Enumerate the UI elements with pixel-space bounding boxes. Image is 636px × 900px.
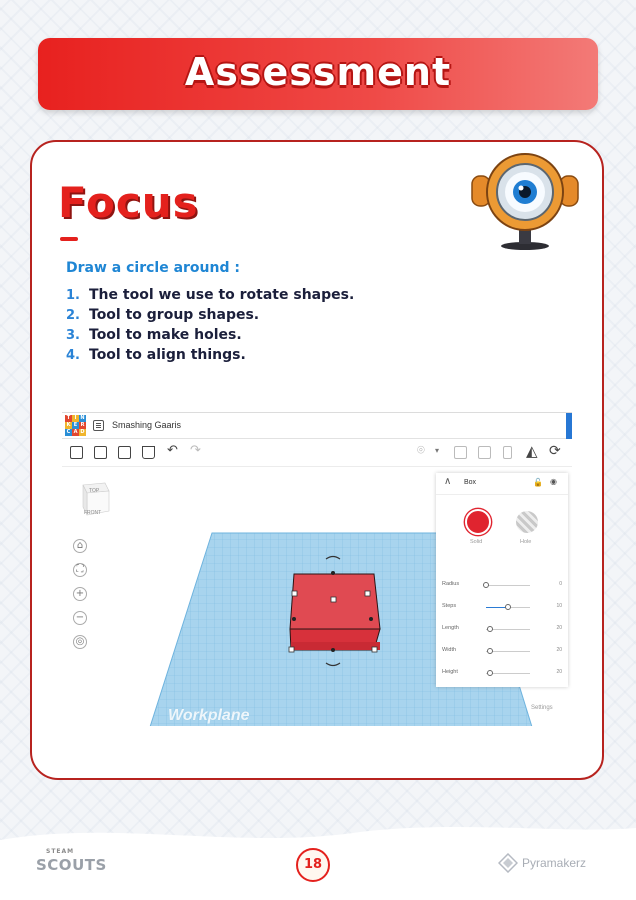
instruction-heading: Draw a circle around : xyxy=(66,260,240,276)
workplane-label: Workplane xyxy=(168,707,250,724)
viewcube-top-label: TOP xyxy=(89,488,100,494)
hole-button[interactable] xyxy=(516,511,538,533)
robot-mascot-icon xyxy=(471,153,579,250)
trash-icon[interactable] xyxy=(142,446,155,459)
task-number: 4. xyxy=(66,347,80,363)
solid-label: Solid xyxy=(470,539,483,545)
logo-letter: E xyxy=(72,422,79,429)
section-underline xyxy=(60,237,78,241)
pyramakerz-text: Pyramakerz xyxy=(522,856,587,870)
copy-icon[interactable] xyxy=(70,446,83,459)
inspector-title: Box xyxy=(464,479,477,486)
param-value: 20 xyxy=(556,625,562,631)
assessment-banner: Assessment xyxy=(38,38,598,110)
param-name: Width xyxy=(442,647,457,653)
zoom-in-icon[interactable]: + xyxy=(73,587,87,601)
logo-letter: T xyxy=(65,415,72,422)
ungroup-icon[interactable] xyxy=(478,446,491,459)
duplicate-icon[interactable] xyxy=(118,446,131,459)
task-text: Tool to align things. xyxy=(89,347,246,363)
inspector-header: ∧ Box 🔓 ◉ xyxy=(436,473,568,495)
bulb-icon[interactable]: ◉ xyxy=(550,477,557,486)
task-text: The tool we use to rotate shapes. xyxy=(89,287,355,303)
pyramakerz-logo: Pyramakerz xyxy=(496,852,606,876)
slider-knob[interactable] xyxy=(505,604,511,610)
home-view-icon[interactable]: ⌂ xyxy=(73,539,87,553)
tinkercad-screenshot: T I N K E R C A D Smashing Gaaris ↶ ↷ ⌾ … xyxy=(62,412,572,726)
param-value: 0 xyxy=(559,581,562,587)
undo-icon[interactable]: ↶ xyxy=(167,444,178,458)
list-item: 4. Tool to align things. xyxy=(66,345,354,365)
slider-knob[interactable] xyxy=(487,670,493,676)
param-row-width: Width 20 xyxy=(442,647,562,657)
slider-knob[interactable] xyxy=(487,648,493,654)
group-icon[interactable] xyxy=(454,446,467,459)
hole-label: Hole xyxy=(520,539,532,545)
menu-list-icon[interactable] xyxy=(93,420,104,431)
logo-letter: K xyxy=(65,422,72,429)
slider-knob[interactable] xyxy=(483,582,489,588)
cruise-icon[interactable]: ⟳ xyxy=(549,444,561,458)
param-name: Height xyxy=(442,669,458,675)
task-text: Tool to make holes. xyxy=(89,327,242,343)
chevron-up-icon[interactable]: ∧ xyxy=(444,476,451,487)
task-number: 3. xyxy=(66,327,80,343)
align-icon[interactable] xyxy=(503,446,512,459)
list-item: 3. Tool to make holes. xyxy=(66,325,354,345)
steam-scouts-logo: STEAM SCOUTS xyxy=(36,848,106,878)
param-row-length: Length 20 xyxy=(442,625,562,635)
bulb-icon[interactable]: ⌾ xyxy=(417,444,425,458)
steps-slider[interactable] xyxy=(486,604,530,610)
param-name: Steps xyxy=(442,603,457,609)
param-row-height: Height 20 xyxy=(442,669,562,679)
viewcube-front-label: FRONT xyxy=(84,510,102,516)
zoom-out-icon[interactable]: − xyxy=(73,611,87,625)
param-value: 10 xyxy=(556,603,562,609)
steam-logo-top: STEAM xyxy=(46,848,75,855)
task-number: 1. xyxy=(66,287,80,303)
logo-letter: C xyxy=(65,429,72,436)
chevron-down-icon[interactable]: ▾ xyxy=(435,444,439,458)
project-name[interactable]: Smashing Gaaris xyxy=(112,420,181,430)
steam-logo-main: SCOUTS xyxy=(36,856,107,874)
app-topbar: T I N K E R C A D Smashing Gaaris xyxy=(62,413,572,439)
slider-knob[interactable] xyxy=(487,626,493,632)
side-tab xyxy=(566,413,572,439)
settings-link[interactable]: Settings xyxy=(531,705,553,711)
logo-letter: R xyxy=(79,422,86,429)
redo-icon[interactable]: ↷ xyxy=(190,444,201,458)
param-value: 20 xyxy=(556,669,562,675)
paste-icon[interactable] xyxy=(94,446,107,459)
list-item: 1. The tool we use to rotate shapes. xyxy=(66,285,354,305)
param-name: Length xyxy=(442,625,459,631)
page-number: 18 xyxy=(296,848,330,882)
height-slider[interactable] xyxy=(486,670,530,676)
pyramid-icon xyxy=(498,853,518,873)
app-toolbar: ↶ ↷ ⌾ ▾ ◭ ⟳ xyxy=(62,439,572,467)
perspective-icon[interactable]: ◎ xyxy=(73,635,87,649)
shape-inspector-panel: ∧ Box 🔓 ◉ Solid Hole Radius 0 Steps 10 L… xyxy=(436,473,568,687)
fit-view-icon[interactable]: ⛶ xyxy=(73,563,87,577)
logo-letter: D xyxy=(79,429,86,436)
task-number: 2. xyxy=(66,307,80,323)
task-text: Tool to group shapes. xyxy=(89,307,260,323)
logo-letter: I xyxy=(72,415,79,422)
section-title: Focus xyxy=(58,178,199,227)
param-row-steps: Steps 10 xyxy=(442,603,562,613)
param-name: Radius xyxy=(442,581,460,587)
tinkercad-logo: T I N K E R C A D xyxy=(65,415,87,437)
length-slider[interactable] xyxy=(486,626,530,632)
param-value: 20 xyxy=(556,647,562,653)
radius-slider[interactable] xyxy=(483,582,530,588)
width-slider[interactable] xyxy=(486,648,530,654)
list-item: 2. Tool to group shapes. xyxy=(66,305,354,325)
lock-icon[interactable]: 🔓 xyxy=(533,478,543,487)
logo-letter: A xyxy=(72,429,79,436)
param-row-radius: Radius 0 xyxy=(442,581,562,591)
task-list: 1. The tool we use to rotate shapes. 2. … xyxy=(66,285,354,365)
mirror-icon[interactable]: ◭ xyxy=(526,444,538,459)
solid-color-button[interactable] xyxy=(465,509,491,535)
logo-letter: N xyxy=(79,415,86,422)
page-title: Assessment xyxy=(184,50,452,94)
